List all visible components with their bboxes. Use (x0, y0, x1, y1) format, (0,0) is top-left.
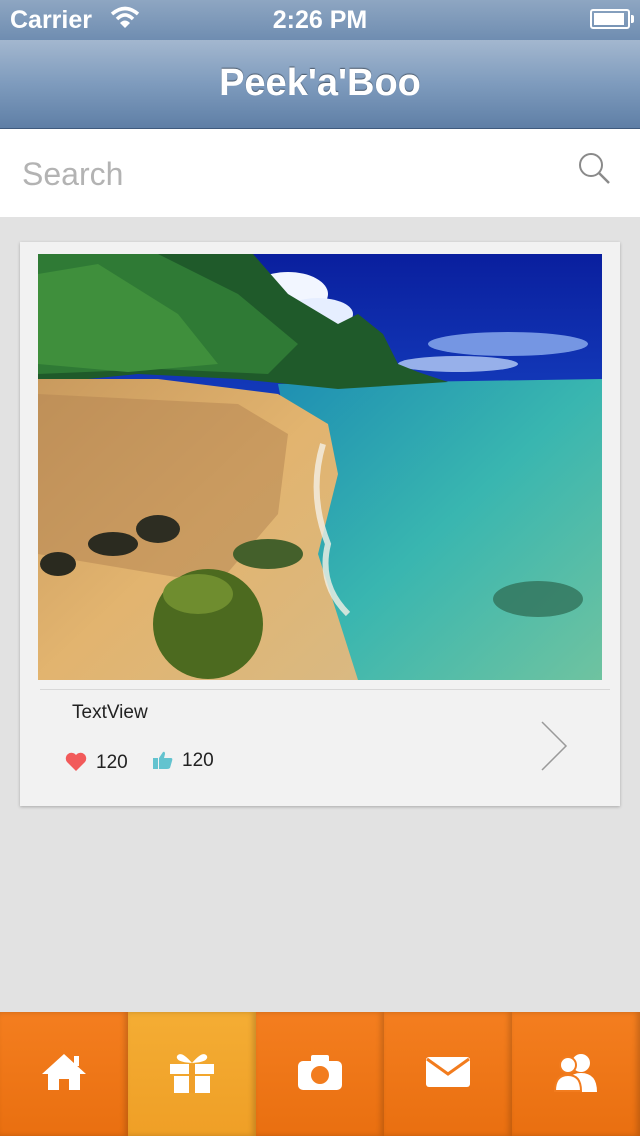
post-card[interactable]: TextView 120 120 (20, 242, 620, 806)
chevron-right-icon[interactable] (538, 720, 570, 777)
tab-home[interactable] (0, 1012, 128, 1136)
home-icon (40, 1052, 88, 1097)
thumbs-up-icon[interactable] (152, 750, 174, 775)
tab-gifts[interactable] (128, 1012, 256, 1136)
mail-icon (425, 1056, 471, 1093)
search-bar (0, 129, 640, 217)
battery-icon (590, 9, 634, 29)
tab-messages[interactable] (384, 1012, 512, 1136)
likes-count: 120 (96, 752, 128, 773)
status-bar: Carrier 2:26 PM (0, 0, 640, 40)
gift-icon (167, 1050, 217, 1099)
tab-bar (0, 1012, 640, 1136)
search-input[interactable] (20, 149, 564, 199)
beach-photo[interactable] (38, 254, 602, 680)
heart-icon[interactable] (65, 752, 87, 777)
camera-icon (297, 1053, 343, 1096)
card-caption: TextView (72, 702, 148, 723)
contacts-icon (553, 1051, 599, 1098)
search-icon[interactable] (576, 150, 612, 191)
page-title: Peek'a'Boo (219, 62, 421, 104)
tab-camera[interactable] (256, 1012, 384, 1136)
status-time: 2:26 PM (272, 6, 368, 34)
thumbs-count: 120 (182, 750, 214, 771)
tab-contacts[interactable] (512, 1012, 640, 1136)
navigation-bar: Peek'a'Boo (0, 40, 640, 129)
card-divider (40, 689, 610, 690)
